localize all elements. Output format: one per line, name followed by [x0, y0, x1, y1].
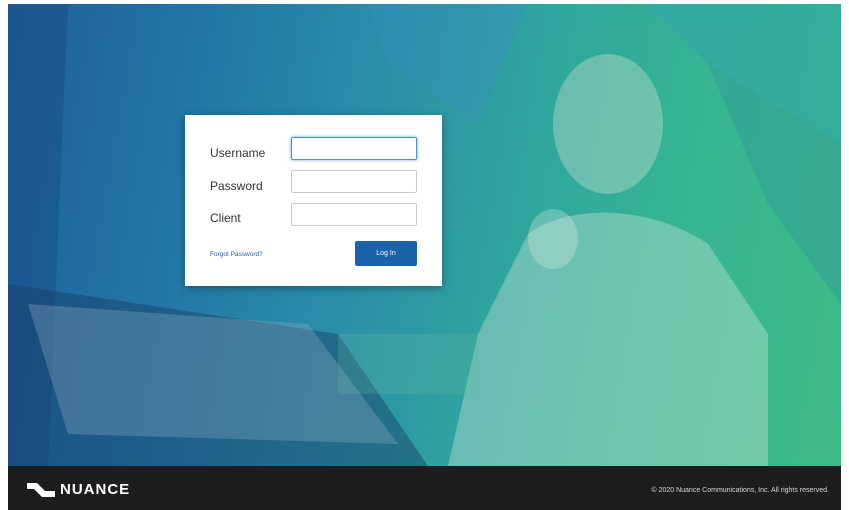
- copyright-text: © 2020 Nuance Communications, Inc. All r…: [651, 487, 829, 494]
- background-photo: Username Password Client Forgot Password…: [8, 4, 841, 466]
- forgot-password-link[interactable]: Forgot Password?: [210, 251, 263, 258]
- password-input[interactable]: [291, 170, 417, 193]
- nuance-logo-icon: [27, 483, 55, 497]
- client-label: Client: [210, 211, 241, 225]
- login-button[interactable]: Log In: [355, 241, 417, 266]
- nuance-logo: NUANCE: [26, 480, 130, 498]
- login-card: Username Password Client Forgot Password…: [185, 115, 442, 286]
- logo-text: NUANCE: [60, 480, 131, 498]
- client-input[interactable]: [291, 203, 417, 226]
- username-label: Username: [210, 146, 266, 160]
- username-input[interactable]: [291, 137, 417, 160]
- footer: NUANCE © 2020 Nuance Communications, Inc…: [8, 466, 841, 510]
- password-label: Password: [210, 179, 263, 193]
